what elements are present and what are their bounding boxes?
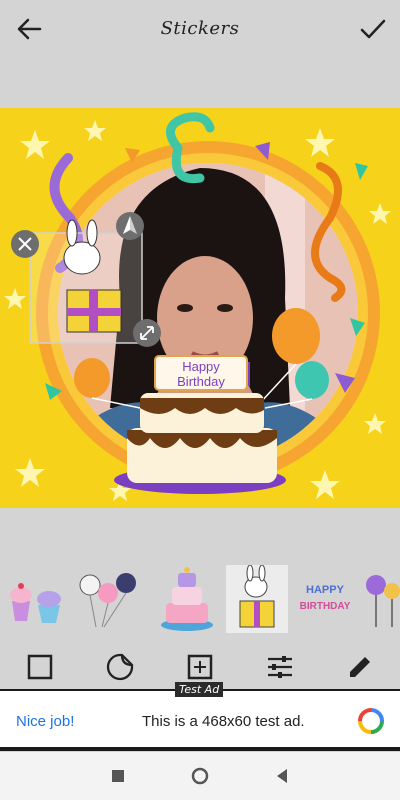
page-title: Stickers bbox=[160, 18, 240, 39]
bunny-gift-sticker[interactable] bbox=[226, 565, 288, 633]
ad-logo-icon bbox=[358, 708, 384, 734]
check-icon[interactable] bbox=[358, 14, 388, 44]
cupcakes-sticker[interactable] bbox=[6, 565, 68, 633]
frame-icon[interactable] bbox=[24, 651, 56, 683]
home-icon[interactable] bbox=[190, 766, 210, 786]
system-nav-bar bbox=[0, 752, 400, 800]
ad-badge: Test Ad bbox=[175, 682, 224, 697]
birthday-cake-sticker[interactable] bbox=[156, 565, 218, 633]
lollipops-sticker[interactable] bbox=[362, 565, 400, 633]
banner-line1: HAPPY bbox=[306, 584, 345, 596]
birthday-frame: Happy Birthday bbox=[4, 112, 391, 501]
cake-topper: Happy Birthday bbox=[154, 355, 248, 391]
back-icon[interactable] bbox=[272, 766, 292, 786]
add-image-icon[interactable] bbox=[184, 651, 216, 683]
delete-sticker-icon[interactable] bbox=[11, 230, 39, 258]
photo-canvas[interactable]: Happy Birthday bbox=[0, 108, 400, 508]
ad-cta[interactable]: Nice job! bbox=[16, 713, 74, 730]
sticker-icon[interactable] bbox=[104, 651, 136, 683]
edit-icon[interactable] bbox=[344, 651, 376, 683]
topper-line1: Happy bbox=[182, 359, 220, 374]
ad-banner[interactable]: Test Ad Nice job! This is a 468x60 test … bbox=[0, 682, 400, 751]
sticker-picker[interactable]: HAPPY BIRTHDAY bbox=[0, 565, 400, 637]
app-bar: Stickers bbox=[0, 0, 400, 58]
recents-icon[interactable] bbox=[108, 766, 128, 786]
topper-line2: Birthday bbox=[177, 374, 225, 389]
flip-sticker-icon[interactable] bbox=[116, 212, 144, 240]
resize-sticker-icon[interactable] bbox=[133, 319, 161, 347]
adjust-icon[interactable] bbox=[264, 651, 296, 683]
happy-birthday-banner-sticker[interactable]: HAPPY BIRTHDAY bbox=[292, 565, 358, 633]
animal-balloons-sticker[interactable] bbox=[76, 565, 138, 633]
ad-message: This is a 468x60 test ad. bbox=[142, 713, 305, 730]
banner-line2: BIRTHDAY bbox=[300, 601, 351, 612]
